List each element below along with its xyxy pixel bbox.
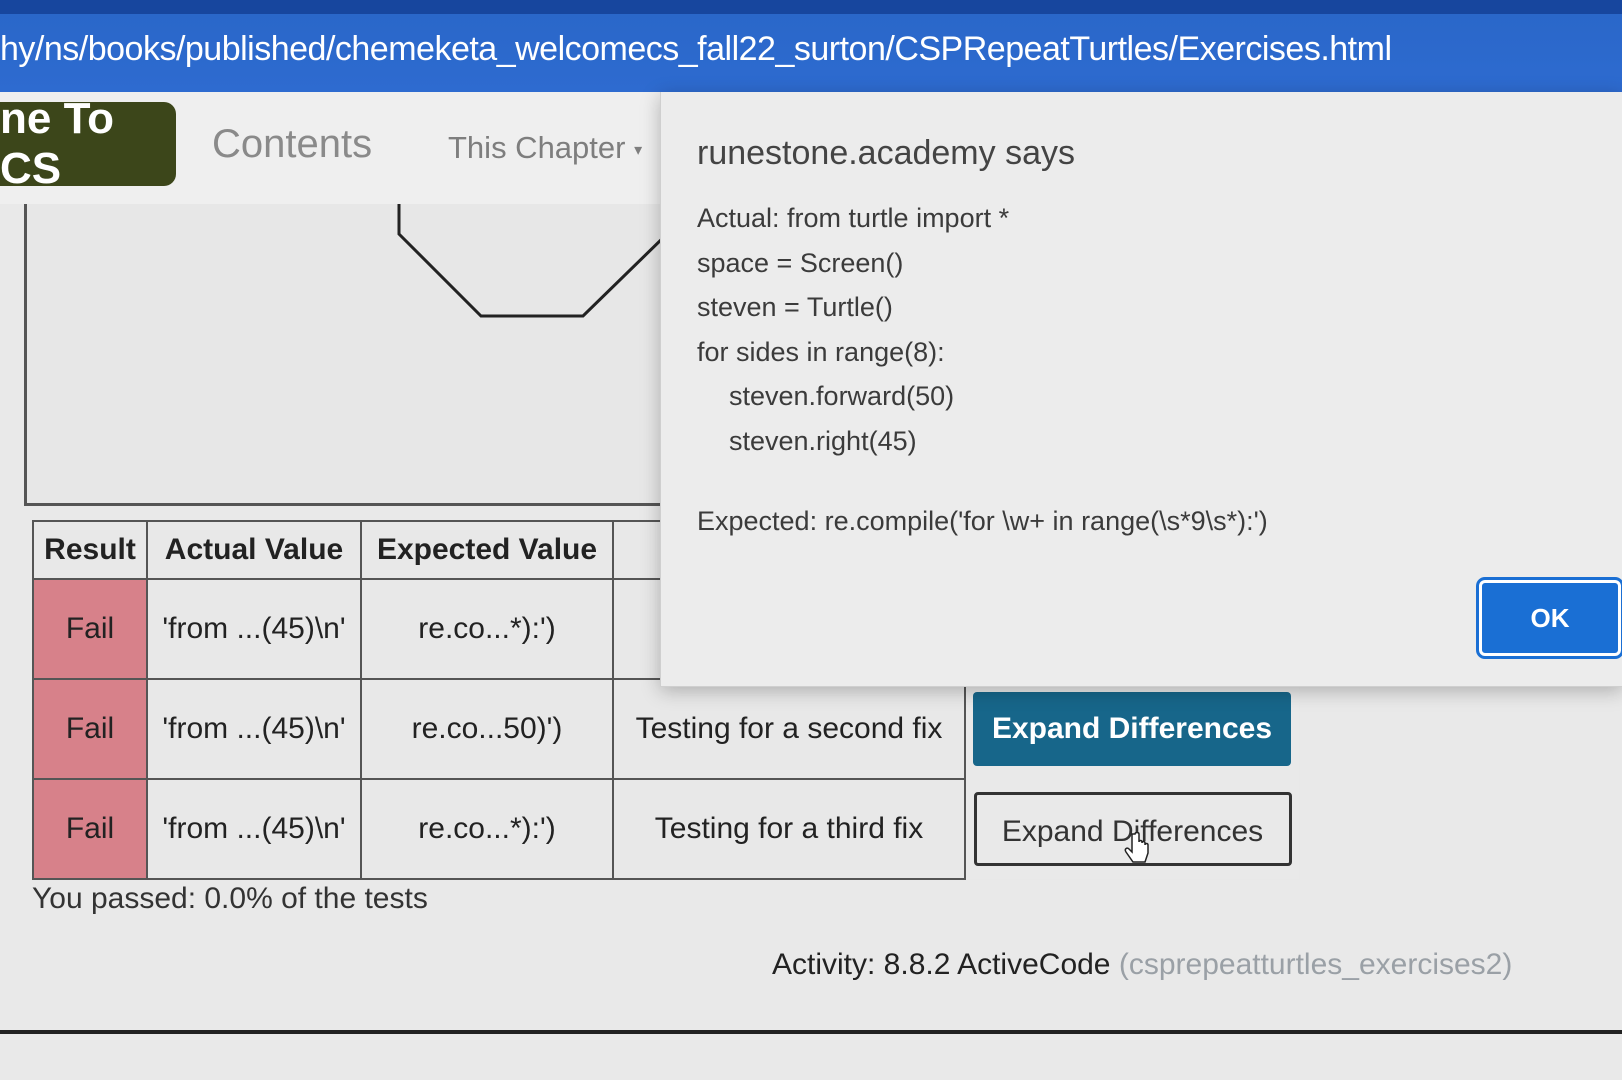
dialog-line: steven = Turtle(): [697, 292, 893, 322]
hand-cursor-icon: [1124, 832, 1149, 863]
nav-this-chapter-dropdown[interactable]: This Chapter ▾: [448, 130, 642, 166]
activity-id: (csprepeatturtles_exercises2): [1118, 948, 1513, 981]
expand-differences-button[interactable]: Expand Differences: [973, 692, 1291, 766]
chevron-down-icon: ▾: [634, 141, 643, 159]
header-actual-value: Actual Value: [146, 520, 362, 580]
dialog-line: steven.right(45): [729, 425, 917, 456]
turtle-canvas: [24, 204, 667, 506]
expected-value-cell: re.co...*):'): [360, 578, 614, 680]
octagon-path: [397, 204, 667, 318]
ok-button[interactable]: OK: [1476, 577, 1622, 659]
browser-tab-strip: [0, 0, 1622, 14]
header-expected-value: Expected Value: [360, 520, 614, 580]
url-text[interactable]: hy/ns/books/published/chemeketa_welcomec…: [0, 30, 1392, 69]
dialog-title: runestone.academy says: [697, 134, 1075, 172]
dialog-expected: Expected: re.compile('for \w+ in range(\…: [697, 506, 1268, 536]
nav-this-chapter-label: This Chapter: [448, 130, 626, 165]
message-cell: Testing for a second fix: [612, 678, 966, 780]
expected-value-cell: re.co...50)'): [360, 678, 614, 780]
dialog-line: Actual: from turtle import *: [697, 203, 1010, 233]
dialog-line: steven.forward(50): [729, 381, 955, 411]
result-cell: Fail: [32, 678, 148, 780]
passed-summary: You passed: 0.0% of the tests: [32, 882, 428, 915]
expected-value-cell: re.co...*):'): [360, 778, 614, 880]
dialog-line: for sides in range(8):: [697, 336, 945, 367]
table-row: Fail 'from ...(45)\n' re.co...50)') Test…: [32, 678, 1299, 780]
actual-value-cell: 'from ...(45)\n': [146, 578, 362, 680]
brand-logo[interactable]: ne To CS: [0, 94, 176, 193]
table-row: Fail 'from ...(45)\n' re.co...*):') Test…: [32, 778, 1299, 880]
turtle-drawing: [397, 204, 667, 318]
actual-value-cell: 'from ...(45)\n': [146, 678, 362, 780]
nav-contents-link[interactable]: Contents: [212, 122, 372, 167]
browser-address-bar: hy/ns/books/published/chemeketa_welcomec…: [0, 0, 1622, 92]
activity-label: Activity: 8.8.2 ActiveCode (csprepeattur…: [772, 948, 1512, 982]
dialog-message: Actual: from turtle import * space = Scr…: [697, 196, 1009, 463]
button-cell: Expand Differences: [965, 679, 1299, 779]
actual-value-cell: 'from ...(45)\n': [146, 778, 362, 880]
result-cell: Fail: [32, 578, 148, 680]
dialog-line: space = Screen(): [697, 247, 904, 278]
result-cell: Fail: [32, 778, 148, 880]
activity-name: Activity: 8.8.2 ActiveCode: [772, 948, 1111, 981]
message-cell: Testing for a third fix: [612, 778, 966, 880]
section-divider: [0, 1030, 1622, 1034]
alert-dialog: runestone.academy says Actual: from turt…: [660, 92, 1622, 687]
header-result: Result: [32, 520, 148, 580]
